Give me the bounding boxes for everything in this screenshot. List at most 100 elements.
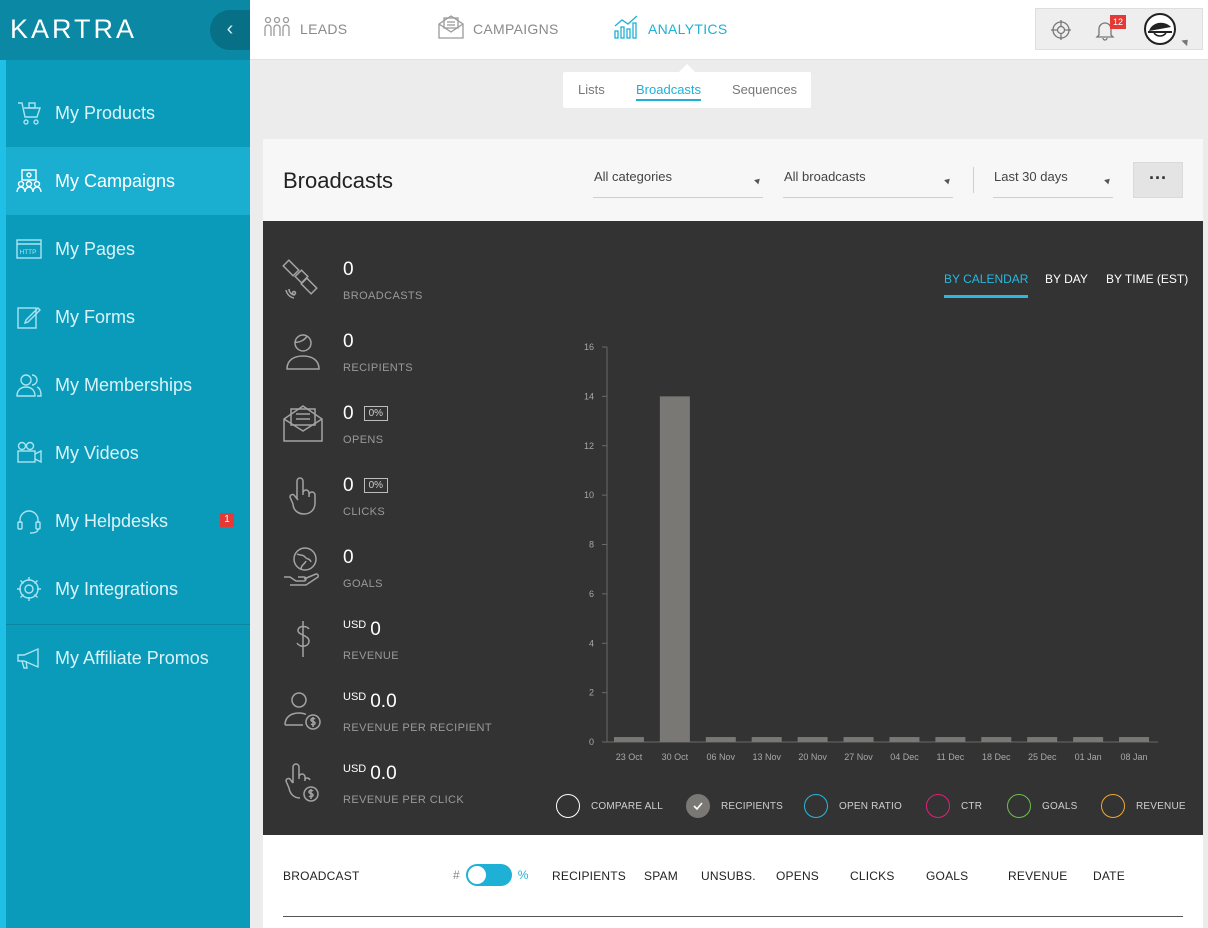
legend-compare-all[interactable]: COMPARE ALL [556, 794, 663, 818]
sidebar-item-videos[interactable]: My Videos [6, 419, 250, 487]
y-tick-label: 6 [589, 589, 594, 599]
sidebar-item-pages[interactable]: HTTP My Pages [6, 215, 250, 283]
sidebar: KARTRA ‹ My Products My Campaigns HTTP M… [0, 0, 250, 928]
broadcast-table-header: BROADCAST # % RECIPIENTS SPAM UNSUBS. OP… [263, 835, 1203, 928]
envelope-open-icon [437, 14, 465, 45]
bar [843, 737, 874, 742]
x-tick-label: 01 Jan [1075, 752, 1102, 762]
column-header-recipients[interactable]: RECIPIENTS [552, 869, 626, 883]
sidebar-item-label: My Campaigns [55, 170, 176, 191]
nav-tab-analytics[interactable]: ANALYTICS [612, 14, 727, 44]
legend-revenue[interactable]: REVENUE [1101, 794, 1186, 818]
legend-label: CTR [961, 800, 983, 812]
chevron-down-icon[interactable] [1181, 36, 1191, 47]
broadcast-filter[interactable]: All broadcasts [783, 169, 953, 198]
y-tick-label: 16 [584, 342, 594, 352]
sidebar-item-memberships[interactable]: My Memberships [6, 351, 250, 419]
sidebar-item-campaigns[interactable]: My Campaigns [6, 147, 250, 215]
subtab-sequences[interactable]: Sequences [732, 82, 797, 97]
toggle-switch[interactable] [465, 864, 512, 886]
collapse-sidebar-button[interactable]: ‹ [210, 10, 250, 50]
page-title: Broadcasts [283, 168, 394, 193]
kartra-logo[interactable]: KARTRA [10, 14, 137, 45]
legend-toggle[interactable] [1007, 794, 1031, 818]
x-tick-label: 06 Nov [707, 752, 736, 762]
legend-open-ratio[interactable]: OPEN RATIO [804, 794, 902, 818]
video-camera-icon [14, 438, 44, 468]
more-options-button[interactable]: ··· [1133, 162, 1183, 198]
sidebar-item-label: My Memberships [55, 374, 193, 395]
legend-label: COMPARE ALL [591, 800, 664, 812]
user-toolbar: 12 [1035, 8, 1203, 50]
column-header-goals[interactable]: GOALS [926, 869, 968, 883]
members-icon [14, 370, 44, 400]
nav-tab-campaigns[interactable]: CAMPAIGNS [437, 14, 559, 44]
column-header-opens[interactable]: OPENS [776, 869, 819, 883]
x-tick-label: 30 Oct [662, 752, 689, 762]
logo-bar: KARTRA ‹ [0, 0, 250, 60]
legend-ctr[interactable]: CTR [926, 794, 982, 818]
column-header-clicks[interactable]: CLICKS [850, 869, 895, 883]
sidebar-item-label: My Videos [55, 442, 139, 463]
subtab-lists[interactable]: Lists [578, 82, 605, 97]
legend-toggle[interactable] [556, 794, 580, 818]
column-header-unsubs[interactable]: UNSUBS. [701, 869, 756, 883]
bar-chart-icon [612, 14, 640, 45]
sidebar-item-affiliate-promos[interactable]: My Affiliate Promos [6, 624, 250, 692]
broadcast-bar-chart: 0 2 4 6 8 10 12 14 16 23 Oct 30 Oct 06 Nov 13 Nov 20 … [584, 342, 1158, 762]
sidebar-item-label: My Affiliate Promos [55, 647, 209, 668]
x-tick-label: 20 Nov [798, 752, 827, 762]
help-lifebuoy-icon[interactable] [1050, 19, 1072, 46]
bar [659, 396, 690, 742]
broadcasts-header: Broadcasts All categories All broadcasts… [263, 139, 1203, 221]
period-filter[interactable]: Last 30 days [993, 169, 1113, 198]
gear-icon [14, 574, 44, 604]
filter-divider [973, 167, 974, 193]
legend-toggle[interactable] [686, 794, 710, 818]
legend-goals[interactable]: GOALS [1007, 794, 1077, 818]
campaigns-icon [14, 166, 44, 196]
sidebar-item-label: My Helpdesks [55, 510, 169, 531]
helpdesk-badge: 1 [220, 513, 234, 527]
x-tick-label: 08 Jan [1121, 752, 1148, 762]
legend-toggle[interactable] [804, 794, 828, 818]
form-edit-icon [14, 302, 44, 332]
checkmark-icon [693, 802, 703, 811]
x-tick-label: 04 Dec [890, 752, 919, 762]
sidebar-item-forms[interactable]: My Forms [6, 283, 250, 351]
column-header-revenue[interactable]: REVENUE [1008, 869, 1067, 883]
legend-toggle[interactable] [1101, 794, 1125, 818]
bar [889, 737, 920, 742]
avatar[interactable] [1144, 13, 1176, 45]
sidebar-item-products[interactable]: My Products [6, 79, 250, 147]
sidebar-item-label: My Integrations [55, 578, 179, 599]
toggle-label-count: # [453, 868, 460, 882]
notification-badge: 12 [1110, 15, 1126, 29]
nav-tab-label: CAMPAIGNS [473, 21, 559, 37]
people-icon [262, 15, 292, 44]
count-percent-toggle[interactable]: # % [453, 864, 528, 886]
bar [613, 737, 644, 742]
toggle-label-percent: % [517, 868, 529, 882]
nav-tab-label: LEADS [300, 21, 348, 37]
column-header-spam[interactable]: SPAM [644, 869, 678, 883]
nav-tab-leads[interactable]: LEADS [262, 14, 347, 44]
legend-toggle[interactable] [926, 794, 950, 818]
bar [1119, 737, 1150, 742]
sidebar-item-integrations[interactable]: My Integrations [6, 555, 250, 623]
megaphone-icon [14, 643, 44, 673]
y-tick-label: 8 [589, 540, 594, 550]
x-tick-label: 18 Dec [982, 752, 1011, 762]
bar [751, 737, 782, 742]
column-header-date[interactable]: DATE [1093, 869, 1125, 883]
category-filter[interactable]: All categories [593, 169, 763, 198]
nav-tab-label: ANALYTICS [648, 21, 728, 37]
column-header-broadcast[interactable]: BROADCAST [283, 869, 359, 883]
legend-recipients[interactable]: RECIPIENTS [686, 794, 783, 818]
cart-icon [14, 98, 44, 128]
http-icon: HTTP [14, 234, 44, 264]
legend-label: RECIPIENTS [721, 800, 784, 812]
subtab-broadcasts[interactable]: Broadcasts [636, 82, 702, 101]
dropdown-caret-icon [754, 176, 762, 185]
sidebar-item-helpdesks[interactable]: My Helpdesks 1 [6, 487, 250, 555]
